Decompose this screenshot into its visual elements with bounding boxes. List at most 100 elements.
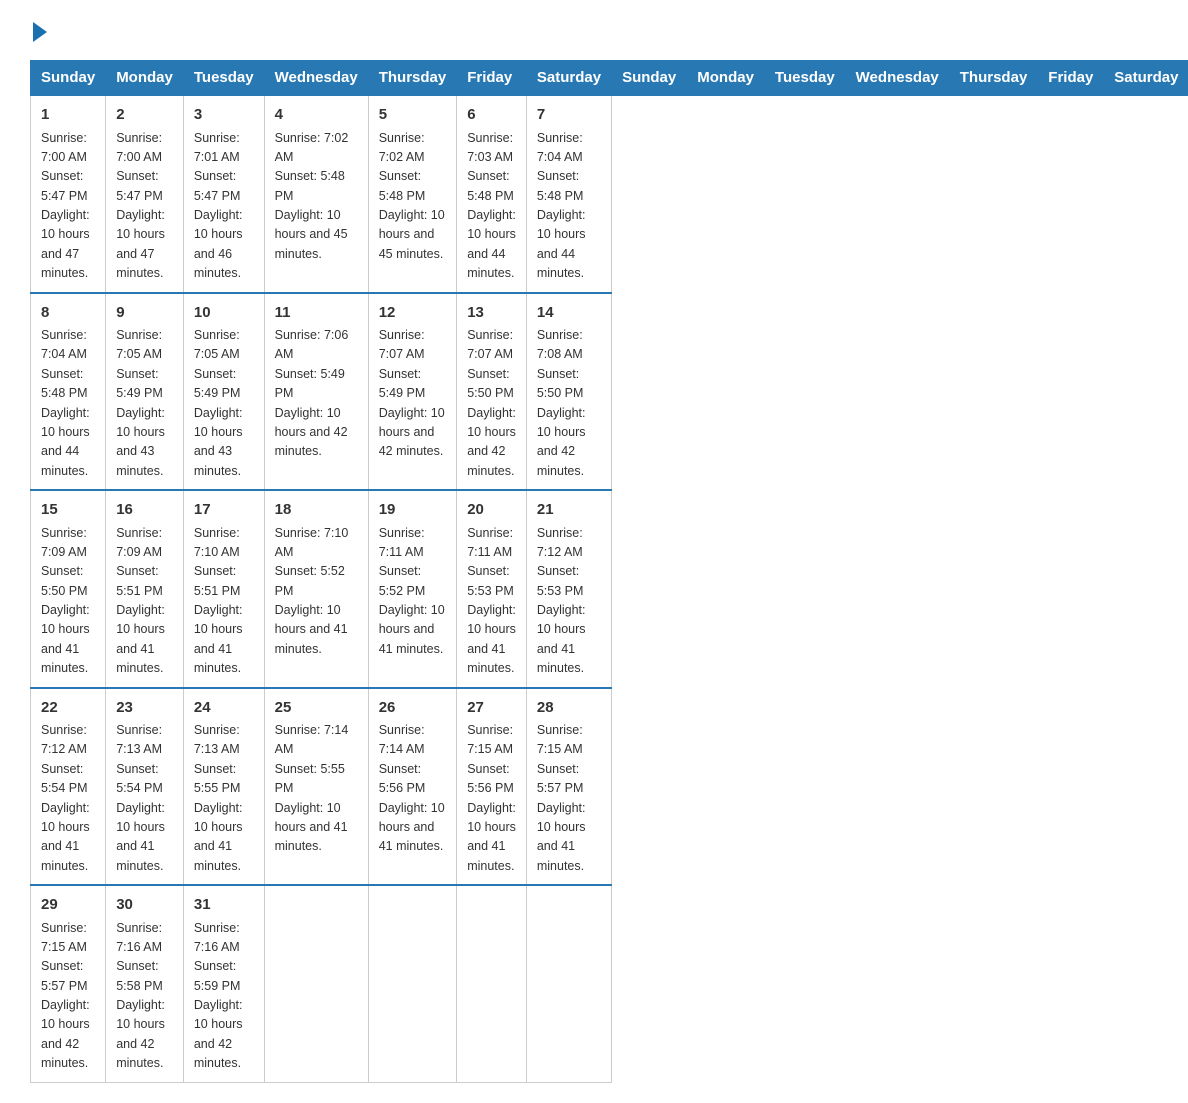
day-info: Sunrise: 7:04 AMSunset: 5:48 PMDaylight:… [537,129,601,284]
calendar-cell: 30Sunrise: 7:16 AMSunset: 5:58 PMDayligh… [106,885,184,1082]
header-sunday: Sunday [31,61,106,96]
day-info: Sunrise: 7:16 AMSunset: 5:59 PMDaylight:… [194,919,254,1074]
calendar-cell: 29Sunrise: 7:15 AMSunset: 5:57 PMDayligh… [31,885,106,1082]
logo-triangle-icon [33,22,47,42]
day-number: 1 [41,104,95,127]
col-header-sunday: Sunday [612,61,687,96]
day-info: Sunrise: 7:05 AMSunset: 5:49 PMDaylight:… [116,326,173,481]
day-info: Sunrise: 7:05 AMSunset: 5:49 PMDaylight:… [194,326,254,481]
day-number: 29 [41,894,95,917]
day-number: 18 [275,499,358,522]
day-info: Sunrise: 7:00 AMSunset: 5:47 PMDaylight:… [41,129,95,284]
calendar-cell: 19Sunrise: 7:11 AMSunset: 5:52 PMDayligh… [368,490,457,688]
calendar-table: SundayMondayTuesdayWednesdayThursdayFrid… [30,60,1188,1083]
calendar-cell: 4Sunrise: 7:02 AMSunset: 5:48 PMDaylight… [264,95,368,293]
calendar-cell: 23Sunrise: 7:13 AMSunset: 5:54 PMDayligh… [106,688,184,886]
calendar-cell: 27Sunrise: 7:15 AMSunset: 5:56 PMDayligh… [457,688,527,886]
calendar-week-4: 22Sunrise: 7:12 AMSunset: 5:54 PMDayligh… [31,688,1188,886]
col-header-wednesday: Wednesday [845,61,949,96]
day-number: 12 [379,302,447,325]
calendar-week-5: 29Sunrise: 7:15 AMSunset: 5:57 PMDayligh… [31,885,1188,1082]
header-saturday: Saturday [526,61,611,96]
calendar-cell: 13Sunrise: 7:07 AMSunset: 5:50 PMDayligh… [457,293,527,491]
day-info: Sunrise: 7:08 AMSunset: 5:50 PMDaylight:… [537,326,601,481]
calendar-cell: 6Sunrise: 7:03 AMSunset: 5:48 PMDaylight… [457,95,527,293]
col-header-saturday: Saturday [1104,61,1188,96]
header-thursday: Thursday [368,61,457,96]
day-info: Sunrise: 7:15 AMSunset: 5:57 PMDaylight:… [41,919,95,1074]
calendar-cell: 3Sunrise: 7:01 AMSunset: 5:47 PMDaylight… [183,95,264,293]
day-number: 7 [537,104,601,127]
calendar-header-row: SundayMondayTuesdayWednesdayThursdayFrid… [31,61,1188,96]
day-number: 16 [116,499,173,522]
day-number: 6 [467,104,516,127]
calendar-cell: 31Sunrise: 7:16 AMSunset: 5:59 PMDayligh… [183,885,264,1082]
day-number: 17 [194,499,254,522]
calendar-cell: 22Sunrise: 7:12 AMSunset: 5:54 PMDayligh… [31,688,106,886]
day-number: 2 [116,104,173,127]
day-number: 31 [194,894,254,917]
calendar-cell [457,885,527,1082]
header-monday: Monday [106,61,184,96]
calendar-week-2: 8Sunrise: 7:04 AMSunset: 5:48 PMDaylight… [31,293,1188,491]
calendar-cell: 1Sunrise: 7:00 AMSunset: 5:47 PMDaylight… [31,95,106,293]
day-info: Sunrise: 7:15 AMSunset: 5:56 PMDaylight:… [467,721,516,876]
col-header-monday: Monday [687,61,765,96]
day-info: Sunrise: 7:02 AMSunset: 5:48 PMDaylight:… [379,129,447,265]
day-number: 11 [275,302,358,325]
header-tuesday: Tuesday [183,61,264,96]
day-info: Sunrise: 7:12 AMSunset: 5:53 PMDaylight:… [537,524,601,679]
day-number: 9 [116,302,173,325]
calendar-week-1: 1Sunrise: 7:00 AMSunset: 5:47 PMDaylight… [31,95,1188,293]
day-info: Sunrise: 7:04 AMSunset: 5:48 PMDaylight:… [41,326,95,481]
day-number: 4 [275,104,358,127]
calendar-cell [526,885,611,1082]
day-info: Sunrise: 7:11 AMSunset: 5:52 PMDaylight:… [379,524,447,660]
day-info: Sunrise: 7:00 AMSunset: 5:47 PMDaylight:… [116,129,173,284]
day-number: 21 [537,499,601,522]
day-number: 30 [116,894,173,917]
day-number: 28 [537,697,601,720]
day-info: Sunrise: 7:14 AMSunset: 5:56 PMDaylight:… [379,721,447,857]
day-info: Sunrise: 7:06 AMSunset: 5:49 PMDaylight:… [275,326,358,462]
calendar-cell: 2Sunrise: 7:00 AMSunset: 5:47 PMDaylight… [106,95,184,293]
day-number: 8 [41,302,95,325]
calendar-cell: 28Sunrise: 7:15 AMSunset: 5:57 PMDayligh… [526,688,611,886]
day-info: Sunrise: 7:09 AMSunset: 5:51 PMDaylight:… [116,524,173,679]
day-number: 15 [41,499,95,522]
day-info: Sunrise: 7:01 AMSunset: 5:47 PMDaylight:… [194,129,254,284]
calendar-cell: 18Sunrise: 7:10 AMSunset: 5:52 PMDayligh… [264,490,368,688]
logo [30,20,47,40]
day-number: 25 [275,697,358,720]
day-number: 20 [467,499,516,522]
calendar-cell: 17Sunrise: 7:10 AMSunset: 5:51 PMDayligh… [183,490,264,688]
page-header [30,20,1158,40]
col-header-tuesday: Tuesday [764,61,845,96]
calendar-cell: 20Sunrise: 7:11 AMSunset: 5:53 PMDayligh… [457,490,527,688]
day-info: Sunrise: 7:12 AMSunset: 5:54 PMDaylight:… [41,721,95,876]
day-number: 19 [379,499,447,522]
day-info: Sunrise: 7:11 AMSunset: 5:53 PMDaylight:… [467,524,516,679]
col-header-thursday: Thursday [949,61,1038,96]
calendar-cell: 5Sunrise: 7:02 AMSunset: 5:48 PMDaylight… [368,95,457,293]
calendar-cell: 9Sunrise: 7:05 AMSunset: 5:49 PMDaylight… [106,293,184,491]
calendar-cell [264,885,368,1082]
day-number: 26 [379,697,447,720]
calendar-week-3: 15Sunrise: 7:09 AMSunset: 5:50 PMDayligh… [31,490,1188,688]
day-info: Sunrise: 7:09 AMSunset: 5:50 PMDaylight:… [41,524,95,679]
day-number: 5 [379,104,447,127]
day-info: Sunrise: 7:07 AMSunset: 5:49 PMDaylight:… [379,326,447,462]
day-info: Sunrise: 7:07 AMSunset: 5:50 PMDaylight:… [467,326,516,481]
day-number: 22 [41,697,95,720]
calendar-cell: 7Sunrise: 7:04 AMSunset: 5:48 PMDaylight… [526,95,611,293]
calendar-cell: 21Sunrise: 7:12 AMSunset: 5:53 PMDayligh… [526,490,611,688]
day-number: 13 [467,302,516,325]
day-number: 24 [194,697,254,720]
calendar-cell: 14Sunrise: 7:08 AMSunset: 5:50 PMDayligh… [526,293,611,491]
calendar-cell: 15Sunrise: 7:09 AMSunset: 5:50 PMDayligh… [31,490,106,688]
day-info: Sunrise: 7:10 AMSunset: 5:51 PMDaylight:… [194,524,254,679]
day-number: 14 [537,302,601,325]
day-number: 10 [194,302,254,325]
day-info: Sunrise: 7:03 AMSunset: 5:48 PMDaylight:… [467,129,516,284]
calendar-cell: 24Sunrise: 7:13 AMSunset: 5:55 PMDayligh… [183,688,264,886]
